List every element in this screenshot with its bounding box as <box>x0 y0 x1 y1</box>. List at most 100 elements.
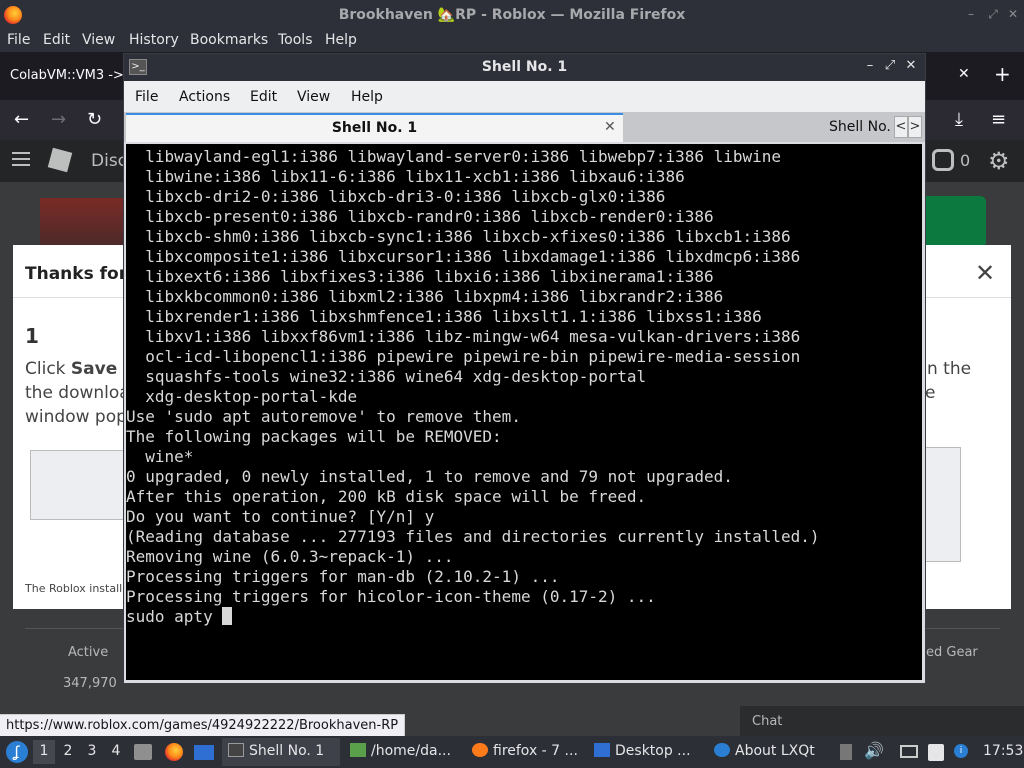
terminal-line: After this operation, 200 kB disk space … <box>126 487 647 506</box>
discover-link[interactable]: Disc <box>91 151 127 171</box>
modal-close-icon[interactable]: ✕ <box>975 259 995 287</box>
menu-help[interactable]: Help <box>325 32 357 48</box>
tab-close-icon[interactable]: ✕ <box>958 66 970 82</box>
show-desktop-icon[interactable] <box>840 744 852 760</box>
terminal-line: libxcb-dri2-0:i386 libxcb-dri3-0:i386 li… <box>126 187 666 206</box>
desktop-2-button[interactable]: 2 <box>57 740 79 764</box>
terminal-menu-actions[interactable]: Actions <box>179 89 230 105</box>
tab-shell-2[interactable]: Shell No. <box>624 113 925 142</box>
terminal-line: (Reading database ... 277193 files and d… <box>126 527 820 546</box>
chat-label: Chat <box>752 714 783 729</box>
instruction-screenshot <box>923 447 961 562</box>
terminal-line: Do you want to continue? [Y/n] y <box>126 507 435 526</box>
menu-bookmarks[interactable]: Bookmarks <box>190 32 268 48</box>
instruction-line-1: Click Save F <box>25 359 135 379</box>
back-icon[interactable]: ← <box>14 109 29 130</box>
task-about-lxqt[interactable]: About LXQt <box>708 738 828 766</box>
step-number: 1 <box>25 324 39 348</box>
task-terminal[interactable]: Shell No. 1 <box>222 738 340 766</box>
terminal-line: libxext6:i386 libxfixes3:i386 libxi6:i38… <box>126 267 714 286</box>
terminal-line: Use 'sudo apt autoremove' to remove them… <box>126 407 521 426</box>
terminal-menu-help[interactable]: Help <box>351 89 383 105</box>
firefox-window-title: Brookhaven 🏡RP - Roblox — Mozilla Firefo… <box>338 7 686 23</box>
terminal-menu-file[interactable]: File <box>135 89 158 105</box>
firefox-launcher-icon[interactable] <box>165 743 183 761</box>
terminal-tabbar: Shell No. 1 ✕ Shell No. < > <box>124 112 925 142</box>
menu-history[interactable]: History <box>129 32 179 48</box>
firefox-titlebar: Brookhaven 🏡RP - Roblox — Mozilla Firefo… <box>0 0 1024 30</box>
terminal-maximize-button[interactable]: ⤢ <box>882 58 898 76</box>
instruction-right-2: e <box>925 383 936 403</box>
terminal-line: wine* <box>126 447 194 466</box>
terminal-icon <box>228 743 244 757</box>
terminal-line: xdg-desktop-portal-kde <box>126 387 358 406</box>
terminal-line: The following packages will be REMOVED: <box>126 427 502 446</box>
task-firefox[interactable]: firefox - 7 ... <box>466 738 586 766</box>
clipboard-icon[interactable] <box>928 744 944 761</box>
terminal-output[interactable]: libwayland-egl1:i386 libwayland-server0:… <box>126 144 922 680</box>
hamburger-icon[interactable] <box>12 152 30 154</box>
terminal-menu-view[interactable]: View <box>297 89 330 105</box>
menu-file[interactable]: File <box>7 32 30 48</box>
file-manager-launcher-icon[interactable] <box>134 744 152 760</box>
menu-tools[interactable]: Tools <box>278 32 313 48</box>
lxqt-icon <box>714 743 730 757</box>
forward-icon[interactable]: → <box>51 109 66 130</box>
minimize-button[interactable]: – <box>963 6 979 22</box>
terminal-text: libwayland-egl1:i386 libwayland-server0:… <box>126 147 820 627</box>
terminal-line: squashfs-tools wine32:i386 wine64 xdg-de… <box>126 367 647 386</box>
terminal-menubar: File Actions Edit View Help <box>124 81 925 112</box>
terminal-line: libwine:i386 libx11-6:i386 libx11-xcb1:i… <box>126 167 685 186</box>
maximize-button[interactable]: ⤢ <box>985 6 1001 22</box>
task-file-manager[interactable]: /home/da... <box>344 738 464 766</box>
desktop-4-button[interactable]: 4 <box>105 740 127 764</box>
tab-shell-1-label: Shell No. 1 <box>331 120 418 136</box>
desktop-3-button[interactable]: 3 <box>81 740 103 764</box>
terminal-window: >_ Shell No. 1 – ⤢ ✕ File Actions Edit V… <box>123 53 926 684</box>
tab-close-icon[interactable]: ✕ <box>604 119 616 135</box>
tab-scroll-right-button[interactable]: > <box>908 116 922 138</box>
desktop-1-button[interactable]: 1 <box>33 740 55 764</box>
task-desktop[interactable]: Desktop ... <box>588 738 706 766</box>
terminal-line: 0 upgraded, 0 newly installed, 1 to remo… <box>126 467 733 486</box>
taskbar: ʆ 1 2 3 4 Shell No. 1 /home/da... firefo… <box>0 736 1024 768</box>
new-tab-button[interactable]: + <box>994 62 1011 86</box>
play-button[interactable] <box>920 196 986 248</box>
instruction-right-1: n the <box>927 359 972 379</box>
gear-icon[interactable]: ⚙ <box>988 147 1010 175</box>
status-url: https://www.roblox.com/games/4924922222/… <box>0 714 406 736</box>
terminal-line: libxkbcommon0:i386 libxml2:i386 libxpm4:… <box>126 287 724 306</box>
app-menu-icon[interactable]: ʆ <box>6 741 28 763</box>
notification-icon[interactable]: i <box>954 744 968 758</box>
tab-colabvm[interactable]: ColabVM::VM3 -> <box>0 60 134 92</box>
terminal-line: Processing triggers for man-db (2.10.2-1… <box>126 567 560 586</box>
network-icon[interactable] <box>900 745 918 758</box>
stat-label-active: Active <box>68 645 109 660</box>
tab-scroll-left-button[interactable]: < <box>894 116 908 138</box>
folder-icon <box>350 743 366 757</box>
app-menu-icon[interactable]: ≡ <box>991 109 1006 130</box>
firefox-icon <box>472 743 488 757</box>
terminal-prompt-line[interactable]: sudo apty <box>126 607 820 627</box>
firefox-menubar: File Edit View History Bookmarks Tools H… <box>0 30 1024 52</box>
terminal-close-button[interactable]: ✕ <box>903 58 919 76</box>
stat-label-gear: ed Gear <box>926 645 978 660</box>
terminal-line: libxrender1:i386 libxshmfence1:i386 libx… <box>126 307 762 326</box>
terminal-minimize-button[interactable]: – <box>862 58 878 76</box>
chat-bar[interactable]: Chat <box>740 706 1024 740</box>
reload-icon[interactable]: ↻ <box>87 109 102 130</box>
volume-icon[interactable]: 🔊 <box>864 741 884 760</box>
close-button[interactable]: ✕ <box>1005 6 1021 22</box>
menu-view[interactable]: View <box>82 32 115 48</box>
tab-shell-1[interactable]: Shell No. 1 ✕ <box>126 113 623 142</box>
desktop-launcher-icon[interactable] <box>194 745 214 760</box>
menu-edit[interactable]: Edit <box>43 32 70 48</box>
downloads-icon[interactable]: ⤓ <box>955 109 963 130</box>
terminal-line: libwayland-egl1:i386 libwayland-server0:… <box>126 147 782 166</box>
terminal-line: libxcb-shm0:i386 libxcb-sync1:i386 libxc… <box>126 227 791 246</box>
clock[interactable]: 17:53 <box>983 743 1023 759</box>
instruction-screenshot <box>30 450 130 520</box>
terminal-menu-edit[interactable]: Edit <box>250 89 277 105</box>
roblox-logo-icon[interactable] <box>47 147 73 173</box>
robux-icon[interactable] <box>932 149 954 171</box>
